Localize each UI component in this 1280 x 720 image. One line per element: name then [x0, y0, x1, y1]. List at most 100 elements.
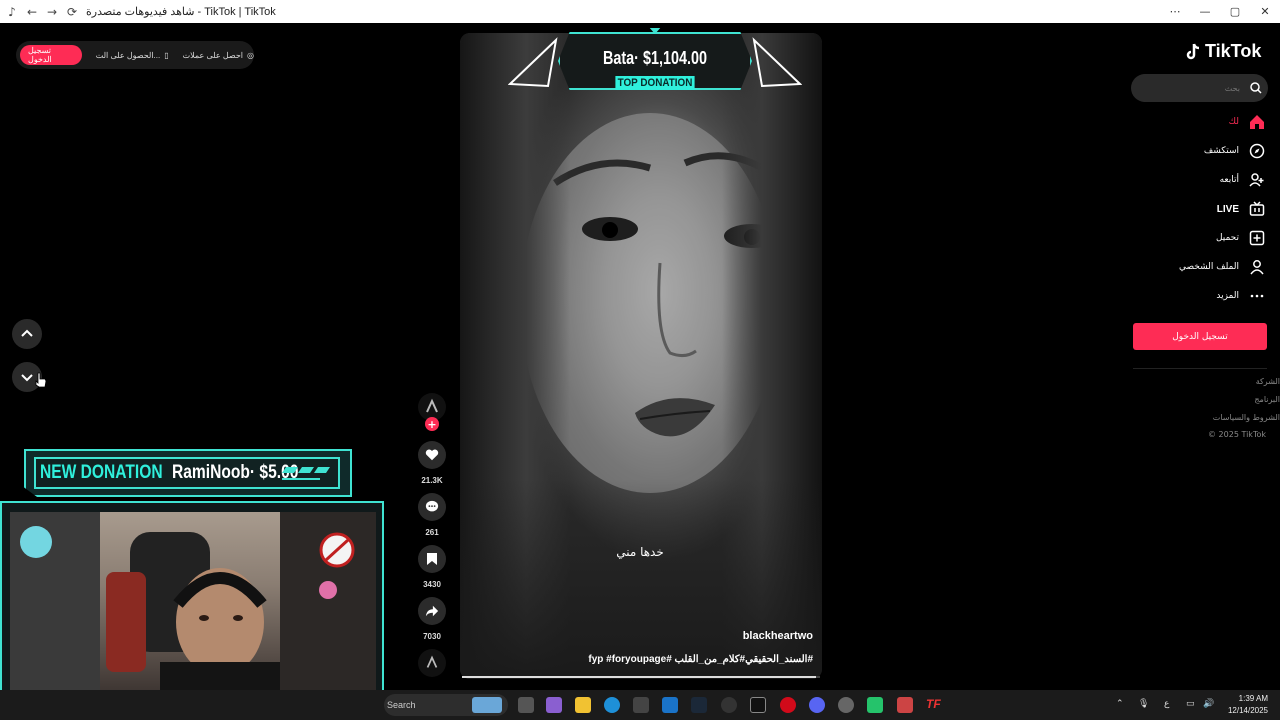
- video-player[interactable]: [460, 33, 822, 679]
- clock-date: 12/14/2025: [1227, 706, 1268, 715]
- sidebar-divider: [1133, 368, 1267, 369]
- like-button[interactable]: 21.3K: [418, 441, 446, 485]
- tray-chevron-icon[interactable]: ⌃: [1116, 699, 1124, 709]
- minimize-icon[interactable]: —: [1190, 0, 1220, 23]
- brand-name: TikTok: [1205, 41, 1262, 61]
- task-view-icon[interactable]: [518, 697, 534, 713]
- phone-icon: ▯: [164, 50, 169, 60]
- language-indicator[interactable]: ع: [1164, 699, 1169, 709]
- music-disc-icon: [418, 649, 446, 677]
- save-button[interactable]: 3430: [418, 545, 446, 589]
- search-box[interactable]: [1131, 74, 1268, 102]
- app-red-icon[interactable]: [897, 697, 913, 713]
- comment-icon: [418, 493, 446, 521]
- share-icon: [418, 597, 446, 625]
- steam-icon[interactable]: [691, 697, 707, 713]
- outlook-icon[interactable]: [662, 697, 678, 713]
- top-login-button[interactable]: تسجيل الدخول: [20, 45, 82, 65]
- sidebar-item-label: لك: [1228, 117, 1239, 127]
- live-tv-icon: [1248, 200, 1266, 218]
- comment-button[interactable]: 261: [418, 493, 446, 537]
- sidebar-item-label: تحميل: [1215, 233, 1239, 243]
- footer-link-company[interactable]: الشركة: [1256, 377, 1280, 386]
- bookmark-icon: [418, 545, 446, 573]
- taskbar-search[interactable]: Search: [384, 694, 508, 716]
- tiktok-logo[interactable]: TikTok: [1186, 41, 1261, 62]
- tiktok-favicon-icon: ♪: [8, 4, 16, 19]
- share-button[interactable]: 7030: [418, 597, 446, 641]
- sidebar-login-button[interactable]: تسجيل الدخول: [1133, 323, 1267, 350]
- window-controls: ⋯ — ▢ ✕: [1160, 0, 1280, 23]
- new-donation-label: NEW DONATION: [40, 462, 163, 483]
- new-donation-overlay: NEW DONATION RamiNoob· $5.00: [24, 449, 352, 497]
- sidebar-item-label: الملف الشخصي: [1179, 262, 1239, 272]
- new-donation-amount: RamiNoob· $5.00: [171, 462, 298, 483]
- microphone-icon[interactable]: 🎙: [1138, 699, 1149, 709]
- footer-link-terms[interactable]: الشروط والسياسات: [1213, 413, 1280, 422]
- app-green-icon[interactable]: [867, 697, 883, 713]
- sidebar-item-label: أتابعه: [1219, 175, 1239, 185]
- get-coins-label: احصل على عملات: [182, 50, 244, 60]
- top-donation-amount: Bata· $1,104.00: [602, 48, 708, 68]
- video-shade-bottom: [460, 479, 822, 679]
- obs-icon[interactable]: [838, 697, 854, 713]
- top-action-bar: تسجيل الدخول الحصول على الت... ▯ احصل عل…: [16, 41, 254, 69]
- get-app-link[interactable]: الحصول على الت... ▯: [96, 51, 169, 60]
- video-progress-fill: [462, 676, 817, 678]
- coin-icon: ◎: [247, 50, 254, 60]
- tiktok-taskbar-icon[interactable]: [750, 697, 766, 713]
- sidebar-item-following[interactable]: أتابعه: [1220, 171, 1266, 189]
- discord-icon[interactable]: [809, 697, 825, 713]
- reload-icon[interactable]: ⟳: [64, 4, 80, 20]
- top-donation-label: TOP DONATION: [615, 76, 695, 90]
- browser-titlebar: ♪ ← → ⟳ شاهد فيديوهات متصدرة - TikTok | …: [0, 0, 1280, 23]
- music-disc[interactable]: [418, 649, 446, 677]
- get-coins-link[interactable]: احصل على عملات ◎: [183, 51, 254, 60]
- get-app-label: الحصول على الت...: [95, 50, 161, 60]
- forward-arrow-icon[interactable]: →: [44, 4, 60, 20]
- taskbar-clock[interactable]: 1:39 AM 12/14/2025: [1228, 693, 1268, 717]
- maximize-icon[interactable]: ▢: [1220, 0, 1250, 23]
- save-count: 3430: [423, 580, 441, 589]
- clock-time: 1:39 AM: [1238, 694, 1268, 703]
- sidebar-item-label: المزيد: [1216, 291, 1239, 301]
- menu-dots-icon[interactable]: ⋯: [1160, 0, 1190, 23]
- video-author[interactable]: blackheartwo: [743, 630, 813, 642]
- webcam-streamer-image: [10, 512, 376, 694]
- top-donation-overlay: Bata· $1,104.00 TOP DONATION: [508, 28, 802, 110]
- sidebar-item-explore[interactable]: استكشف: [1204, 142, 1266, 160]
- footer-copyright: © 2025 TikTok: [1208, 430, 1266, 439]
- previous-video-button[interactable]: [12, 319, 42, 349]
- webcam-scene: [10, 512, 376, 694]
- creator-avatar[interactable]: +: [418, 393, 446, 431]
- back-arrow-icon[interactable]: ←: [24, 4, 40, 20]
- opera-icon[interactable]: [780, 697, 796, 713]
- network-icon[interactable]: ▭: [1186, 699, 1195, 709]
- stripes-decoration-icon: [282, 467, 330, 480]
- compass-icon: [1248, 142, 1266, 160]
- user-plus-icon: [1248, 171, 1266, 189]
- sidebar-item-label: LIVE: [1216, 203, 1239, 215]
- edge-browser-icon[interactable]: [604, 697, 620, 713]
- file-explorer-icon[interactable]: [575, 697, 591, 713]
- widgets-icon[interactable]: [546, 697, 562, 713]
- volume-icon[interactable]: 🔊: [1203, 699, 1214, 709]
- search-icon[interactable]: [1250, 82, 1262, 94]
- video-caption[interactable]: #السند_الحقيقي#كلام_من_القلب #fyp #foryo…: [588, 654, 813, 665]
- video-progress-bar[interactable]: [462, 676, 820, 678]
- close-icon[interactable]: ✕: [1250, 0, 1280, 23]
- windows-taskbar: Search TF ⌃ 🎙 ع ▭ 🔊 1:39 AM 12/14/2025: [0, 690, 1280, 720]
- tf-app-icon[interactable]: TF: [926, 697, 942, 713]
- sidebar-item-upload[interactable]: تحميل: [1216, 229, 1266, 247]
- search-input[interactable]: [1150, 83, 1240, 93]
- mouse-cursor-icon: [35, 372, 47, 388]
- sidebar-item-for-you[interactable]: لك: [1229, 113, 1266, 131]
- footer-link-program[interactable]: البرنامج: [1254, 395, 1280, 404]
- sidebar-item-profile[interactable]: الملف الشخصي: [1179, 258, 1266, 276]
- like-count: 21.3K: [421, 476, 443, 485]
- store-icon[interactable]: [633, 697, 649, 713]
- sidebar-item-more[interactable]: المزيد: [1216, 287, 1266, 305]
- follow-plus-icon[interactable]: +: [425, 417, 439, 431]
- app-4k-icon[interactable]: [721, 697, 737, 713]
- sidebar-item-live[interactable]: LIVE: [1217, 200, 1266, 218]
